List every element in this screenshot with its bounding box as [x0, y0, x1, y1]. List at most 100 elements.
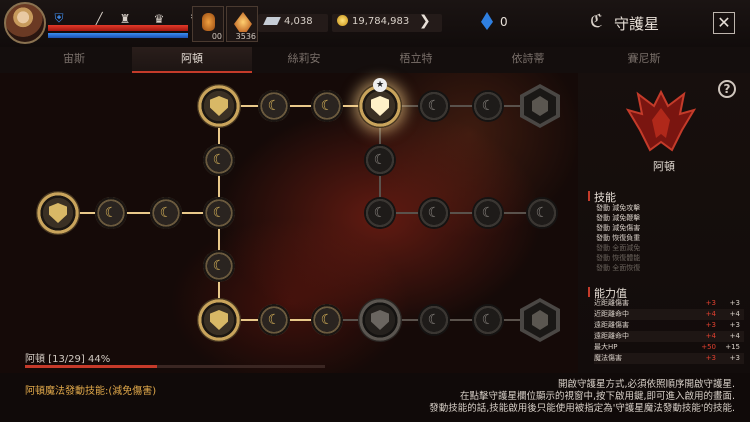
guardian-node-locked[interactable]: ☾	[418, 304, 450, 336]
guardian-node-locked[interactable]: ☾	[364, 197, 396, 229]
stat-row: 近距離傷害 +3 +3	[594, 299, 740, 307]
section-marker	[588, 191, 590, 201]
page-title: 守護星	[614, 15, 660, 33]
crescent-icon: ☾	[373, 152, 387, 168]
guardian-star-window: ⛨ ╱ ♜ ♛ ⚙ 00 3536 4,038 19,784,983 ❯ 0 ℭ…	[0, 0, 750, 422]
help-text: 開啟守護星方式,必須依照順序開啟守護星. 在點擊守護星欄位顯示的視窗中,按下啟用…	[335, 379, 735, 415]
guardian-node[interactable]: ☾	[258, 304, 290, 336]
stat-row: 魔法傷害 +3 +3	[594, 353, 744, 364]
shield-emblem-icon	[210, 96, 228, 116]
guardian-node-big[interactable]	[358, 298, 402, 342]
guardian-node-locked[interactable]: ☾	[472, 90, 504, 122]
guardian-node-locked[interactable]: ☾	[472, 304, 504, 336]
help-line: 在點擊守護星欄位顯示的視窗中,按下啟用鍵,即可進入啟用的畫面.	[459, 391, 735, 402]
tab-wulite[interactable]: 梧立特	[356, 47, 476, 73]
gold-coin-icon	[337, 15, 348, 26]
shield-emblem-icon	[49, 203, 67, 223]
potion-icon	[202, 13, 215, 31]
slot-count: 00	[211, 32, 222, 41]
guardian-node-locked[interactable]: ☾	[472, 197, 504, 229]
avatar[interactable]	[4, 2, 46, 44]
skill-item: 發動 減免傷害	[596, 224, 641, 232]
crescent-icon: ☾	[104, 205, 118, 221]
silver-amount: 4,038	[284, 16, 313, 27]
crescent-icon: ☾	[481, 312, 495, 328]
help-line: 開啟守護星方式,必須依照順序開啟守護星.	[557, 379, 735, 390]
sword-icon: ╱	[95, 12, 103, 26]
crescent-icon: ☾	[212, 258, 226, 274]
tab-zeus[interactable]: 宙斯	[14, 47, 134, 73]
guardian-node[interactable]: ☾	[258, 90, 290, 122]
guardian-tabs: 宙斯 阿頓 絲莉安 梧立特 依詩蒂 賽尼斯	[0, 47, 750, 73]
guardian-node-big[interactable]	[36, 191, 80, 235]
crescent-icon: ☾	[481, 98, 495, 114]
skill-item: 發動 減免攻擊	[596, 204, 641, 212]
crystal-icon	[481, 12, 493, 30]
guardian-node[interactable]: ☾	[95, 197, 127, 229]
crescent-icon: ☾	[212, 152, 226, 168]
flame-icon	[234, 12, 252, 32]
hp-fill	[48, 25, 188, 31]
close-button[interactable]: ✕	[713, 12, 735, 34]
guardian-node[interactable]: ☾	[203, 197, 235, 229]
skill-item-locked: 發動 全面恢復	[596, 264, 641, 272]
close-icon: ✕	[717, 13, 731, 32]
trophy-icon: ♛	[153, 12, 165, 26]
item-slot-scroll[interactable]: 3536	[226, 6, 258, 42]
top-bar: ⛨ ╱ ♜ ♛ ⚙ 00 3536 4,038 19,784,983 ❯ 0 ℭ…	[0, 0, 750, 48]
wolf-emblem-icon	[371, 96, 389, 116]
crescent-icon: ☾	[320, 312, 334, 328]
crescent-icon: ☾	[159, 205, 173, 221]
cross-emblem-icon	[210, 310, 228, 330]
skill-item: 發動 恢復負重	[596, 234, 641, 242]
slot-count: 3536	[235, 32, 256, 41]
crescent-icon: ☾	[427, 205, 441, 221]
guardian-node-big[interactable]	[197, 84, 241, 128]
stat-row: 最大HP +50 +15	[594, 343, 740, 351]
progress-bar	[25, 365, 325, 368]
crescent-icon: ☾	[535, 205, 549, 221]
guardian-crest-icon	[625, 89, 697, 152]
constellation-area: ★ ☾ ☾ ☾ ☾ ☾ ☾ ☾ ☾ ☾ ☾ ☾ ☾ ☾ ☾ ☾ ☾ ☾ ☾	[0, 73, 578, 373]
crescent-icon: ☾	[320, 98, 334, 114]
help-line: 發動技能的話,技能啟用後只能使用被指定為'守護星魔法發動技能'的技能.	[429, 403, 735, 414]
crystal-amount: 0	[500, 15, 508, 29]
crescent-icon: ☾	[373, 205, 387, 221]
crescent-icon: ☾	[267, 98, 281, 114]
helmet-icon: ♜	[119, 12, 131, 26]
tab-aton[interactable]: 阿頓	[132, 47, 252, 73]
mp-bar	[48, 33, 188, 38]
help-icon[interactable]: ?	[718, 80, 736, 98]
guardian-node-locked[interactable]: ☾	[526, 197, 558, 229]
skills-title: 技能	[594, 191, 616, 204]
progress-label: 阿頓 [13/29] 44%	[25, 354, 111, 365]
skill-item-locked: 發動 全面減免	[596, 244, 641, 252]
crescent-icon: ☾	[212, 205, 226, 221]
tab-silian[interactable]: 絲莉安	[244, 47, 364, 73]
skill-item: 發動 減免鞭擊	[596, 214, 641, 222]
guardian-node[interactable]: ☾	[203, 144, 235, 176]
guardian-node-big[interactable]	[197, 298, 241, 342]
crescent-icon: ☾	[481, 205, 495, 221]
guardian-star-logo-icon: ℭ	[590, 11, 603, 32]
tab-sainis[interactable]: 賽尼斯	[584, 47, 704, 73]
guardian-node-locked[interactable]: ☾	[418, 90, 450, 122]
shield-status-icon: ⛨	[54, 11, 64, 25]
active-skill-label: 阿頓魔法發動技能:(減免傷害)	[25, 386, 157, 397]
guardian-node[interactable]: ☾	[150, 197, 182, 229]
guardian-node-locked[interactable]: ☾	[418, 197, 450, 229]
mp-fill	[48, 33, 188, 38]
guardian-node[interactable]: ☾	[311, 90, 343, 122]
guardian-node[interactable]: ☾	[203, 250, 235, 282]
hp-bar	[48, 25, 188, 31]
chevron-right-icon[interactable]: ❯	[419, 13, 431, 29]
crescent-icon: ☾	[427, 98, 441, 114]
guardian-node-locked[interactable]: ☾	[364, 144, 396, 176]
star-icon: ★	[373, 78, 387, 92]
guardian-node[interactable]: ☾	[311, 304, 343, 336]
item-slot-potion[interactable]: 00	[192, 6, 224, 42]
skill-item-locked: 發動 恢復體能	[596, 254, 641, 262]
crescent-icon: ☾	[267, 312, 281, 328]
section-marker	[588, 287, 590, 297]
tab-yishidi[interactable]: 依詩蒂	[468, 47, 588, 73]
